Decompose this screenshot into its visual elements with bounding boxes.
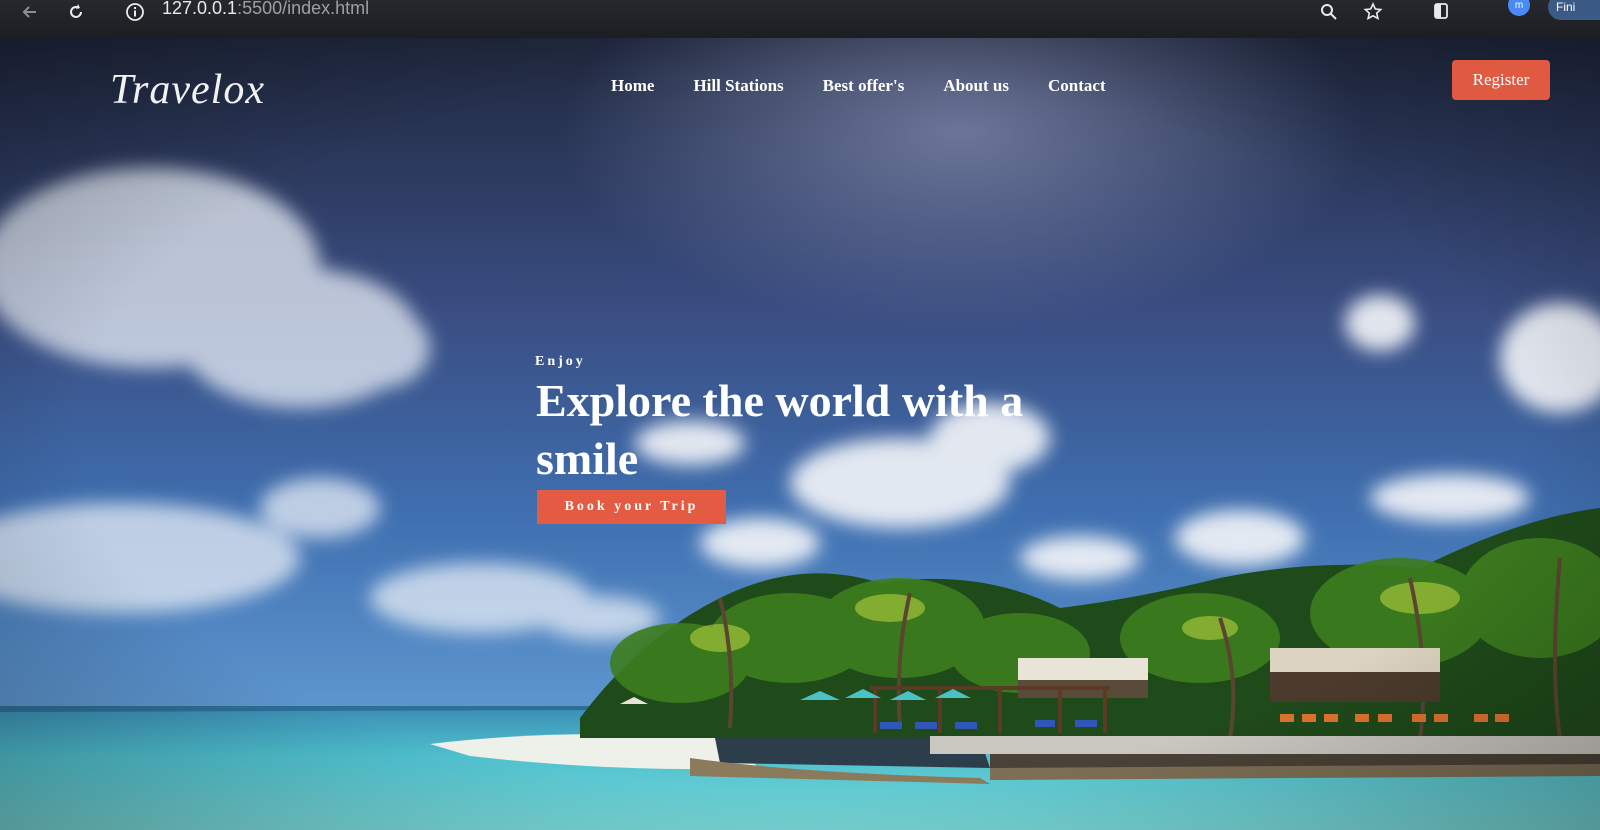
nav-hill-stations[interactable]: Hill Stations <box>693 76 783 96</box>
bookmark-star-icon[interactable] <box>1362 0 1384 24</box>
browser-toolbar: 127.0.0.1:5500/index.html m Fini <box>0 0 1600 39</box>
reload-icon[interactable] <box>64 0 88 24</box>
register-button[interactable]: Register <box>1452 60 1550 100</box>
profile-chip[interactable]: Fini <box>1548 0 1600 20</box>
nav-contact[interactable]: Contact <box>1048 76 1106 96</box>
url-host: 127.0.0.1 <box>162 0 238 18</box>
url-path: :5500/index.html <box>237 0 370 18</box>
address-bar[interactable]: 127.0.0.1:5500/index.html <box>162 0 369 19</box>
extensions-icon[interactable] <box>1430 0 1452 24</box>
main-nav: Home Hill Stations Best offer's About us… <box>611 76 1145 96</box>
nav-home[interactable]: Home <box>611 76 654 96</box>
site-logo[interactable]: Travelox <box>110 66 265 114</box>
hero-headline: Explore the world with a smile <box>536 375 1024 484</box>
zoom-icon[interactable] <box>1318 0 1340 24</box>
back-icon[interactable] <box>18 0 42 24</box>
hero-section: Travelox Home Hill Stations Best offer's… <box>0 38 1600 830</box>
nav-about-us[interactable]: About us <box>943 76 1009 96</box>
hero-eyebrow: Enjoy <box>535 354 586 369</box>
info-icon[interactable] <box>124 0 146 24</box>
book-trip-button[interactable]: Book your Trip <box>537 490 726 524</box>
profile-avatar[interactable]: m <box>1508 0 1530 16</box>
nav-best-offers[interactable]: Best offer's <box>823 76 905 96</box>
